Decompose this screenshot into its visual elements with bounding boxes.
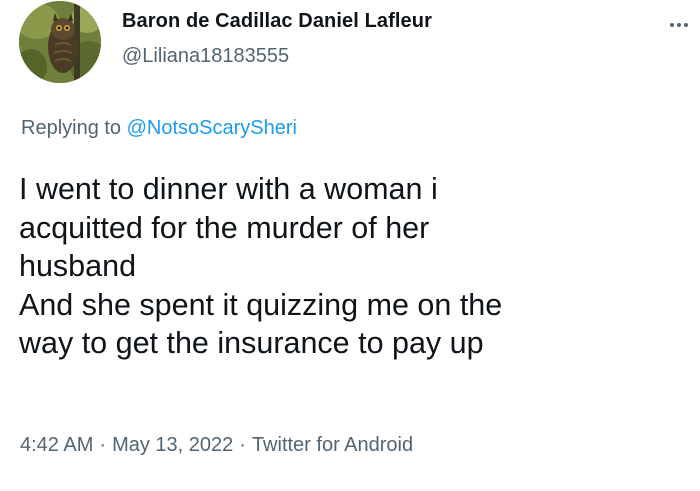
tweet-line: husband	[19, 249, 137, 283]
tweet-line: way to get the insurance to pay up	[19, 326, 484, 360]
owl-photo-avatar-icon	[19, 1, 101, 83]
user-handle[interactable]: @Liliana18183555	[122, 45, 289, 68]
avatar[interactable]	[19, 1, 101, 83]
divider	[0, 489, 700, 490]
replying-to-line: Replying to @NotsoScarySheri	[21, 117, 297, 140]
tweet-time[interactable]: 4:42 AM	[20, 434, 93, 456]
meta-separator: ·	[239, 434, 246, 456]
more-options-icon[interactable]	[664, 12, 694, 38]
tweet-line: And she spent it quizzing me on the	[19, 287, 503, 322]
reply-mention-link[interactable]: @NotsoScarySheri	[127, 117, 297, 139]
replying-prefix: Replying to	[21, 117, 122, 139]
tweet-meta: 4:42 AM · May 13, 2022 · Twitter for Android	[20, 434, 413, 457]
tweet-card: Baron de Cadillac Daniel Lafleur @Lilian…	[0, 0, 700, 491]
display-name[interactable]: Baron de Cadillac Daniel Lafleur	[122, 10, 432, 33]
tweet-text: I went to dinner with a woman i acquitte…	[19, 170, 689, 363]
more-dot	[670, 23, 674, 27]
more-dot	[677, 23, 681, 27]
meta-separator: ·	[99, 434, 107, 456]
tweet-source[interactable]: Twitter for Android	[252, 434, 413, 456]
tweet-line: I went to dinner with a woman i	[19, 172, 438, 206]
tweet-date[interactable]: May 13, 2022	[112, 434, 233, 456]
tweet-line: acquitted for the murder of her	[19, 210, 430, 245]
more-dot	[684, 23, 688, 27]
